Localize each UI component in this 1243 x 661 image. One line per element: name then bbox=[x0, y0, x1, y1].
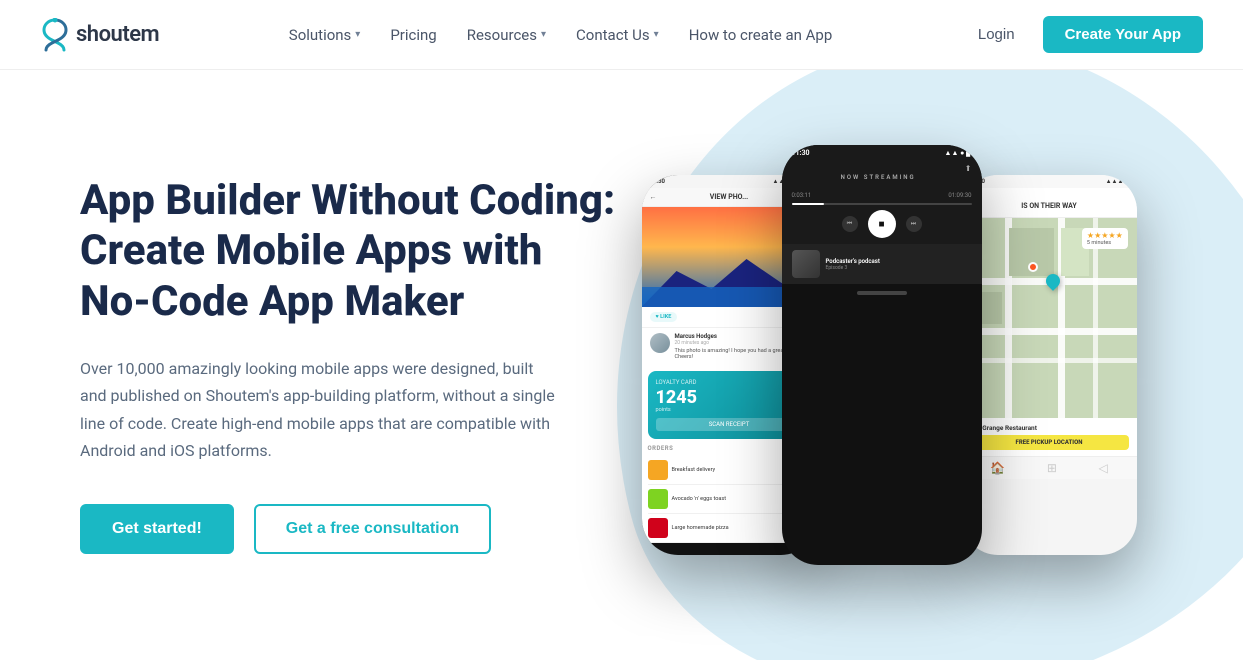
login-button[interactable]: Login bbox=[962, 18, 1031, 51]
nav-pricing[interactable]: Pricing bbox=[378, 18, 448, 52]
podcast-thumbnail bbox=[792, 250, 820, 278]
map-header: IS ON THEIR WAY bbox=[1021, 202, 1076, 210]
nav-solutions[interactable]: Solutions ▾ bbox=[277, 18, 373, 52]
get-started-button[interactable]: Get started! bbox=[80, 504, 234, 554]
create-app-button[interactable]: Create Your App bbox=[1043, 16, 1203, 53]
podcast-title: Podcaster's podcast bbox=[826, 258, 972, 265]
navbar-center: Solutions ▾ Pricing Resources ▾ Contact … bbox=[159, 18, 962, 52]
hero-title: App Builder Without Coding: Create Mobil… bbox=[80, 176, 620, 327]
phone-map: 11:30 ▲▲▲ ● IS ON THEIR WAY bbox=[962, 175, 1137, 555]
map-info-card: The Grange Restaurant FREE PICKUP LOCATI… bbox=[962, 418, 1137, 456]
audio-time: 0:03:11 01:09:30 bbox=[792, 192, 972, 199]
chevron-down-icon: ▾ bbox=[355, 29, 360, 40]
avatar bbox=[650, 333, 670, 353]
rewind-button[interactable]: ⏮ bbox=[842, 216, 858, 232]
hero-content: App Builder Without Coding: Create Mobil… bbox=[80, 176, 620, 554]
phone-wrapper: 11:30 ▲▲▲ ● WiFi ← VIEW PHO... ⋯ bbox=[642, 125, 1142, 605]
navbar-right: Login Create Your App bbox=[962, 16, 1203, 53]
playback-controls: ⏮ ■ ⏭ bbox=[792, 210, 972, 238]
like-button[interactable]: ♥ LIKE bbox=[650, 312, 678, 322]
logo[interactable]: shoutem bbox=[40, 18, 159, 52]
map-place-name: The Grange Restaurant bbox=[970, 424, 1129, 432]
phone-streaming: 11:30 ▲▲ ● ▊ NOW STREAMING ⬆ bbox=[782, 145, 982, 565]
streaming-label: NOW STREAMING bbox=[841, 174, 916, 181]
nav-contact[interactable]: Contact Us ▾ bbox=[564, 18, 671, 52]
status-time: 11:30 bbox=[792, 149, 810, 157]
podcast-info-row: Podcaster's podcast Episode 3 bbox=[782, 244, 982, 284]
podcast-info: Podcaster's podcast Episode 3 bbox=[826, 258, 972, 271]
map-stars: ★★★★★ bbox=[1087, 231, 1123, 240]
loyalty-points: 1245 bbox=[656, 389, 803, 407]
logo-text: shoutem bbox=[76, 22, 159, 47]
fast-forward-button[interactable]: ⏭ bbox=[906, 216, 922, 232]
map-view: ★★★★★ 5 minutes bbox=[962, 218, 1137, 418]
free-consultation-button[interactable]: Get a free consultation bbox=[254, 504, 491, 554]
audio-controls-bar: 0:03:11 01:09:30 ⏮ ■ ⏭ bbox=[782, 186, 982, 244]
chevron-down-icon: ▾ bbox=[654, 29, 659, 40]
shoutem-logo-icon bbox=[40, 18, 70, 52]
navbar-left: shoutem bbox=[40, 18, 159, 52]
status-icons: ▲▲ ● ▊ bbox=[945, 149, 972, 157]
nav-howto[interactable]: How to create an App bbox=[677, 18, 845, 52]
pickup-location-btn[interactable]: FREE PICKUP LOCATION bbox=[970, 435, 1129, 450]
hero-section: App Builder Without Coding: Create Mobil… bbox=[0, 70, 1243, 660]
hero-description: Over 10,000 amazingly looking mobile app… bbox=[80, 355, 560, 464]
hero-buttons: Get started! Get a free consultation bbox=[80, 504, 620, 554]
podcast-episode: Episode 3 bbox=[826, 265, 972, 271]
navbar: shoutem Solutions ▾ Pricing Resources ▾ … bbox=[0, 0, 1243, 70]
chevron-down-icon: ▾ bbox=[541, 29, 546, 40]
stop-button[interactable]: ■ bbox=[868, 210, 896, 238]
view-photo-label: VIEW PHO... bbox=[710, 193, 748, 201]
loyalty-card-label: LOYALTY CARD bbox=[656, 379, 803, 386]
hero-phones: 11:30 ▲▲▲ ● WiFi ← VIEW PHO... ⋯ bbox=[620, 115, 1163, 615]
scan-receipt-btn[interactable]: SCAN RECEIPT bbox=[656, 418, 803, 431]
nav-resources[interactable]: Resources ▾ bbox=[455, 18, 558, 52]
